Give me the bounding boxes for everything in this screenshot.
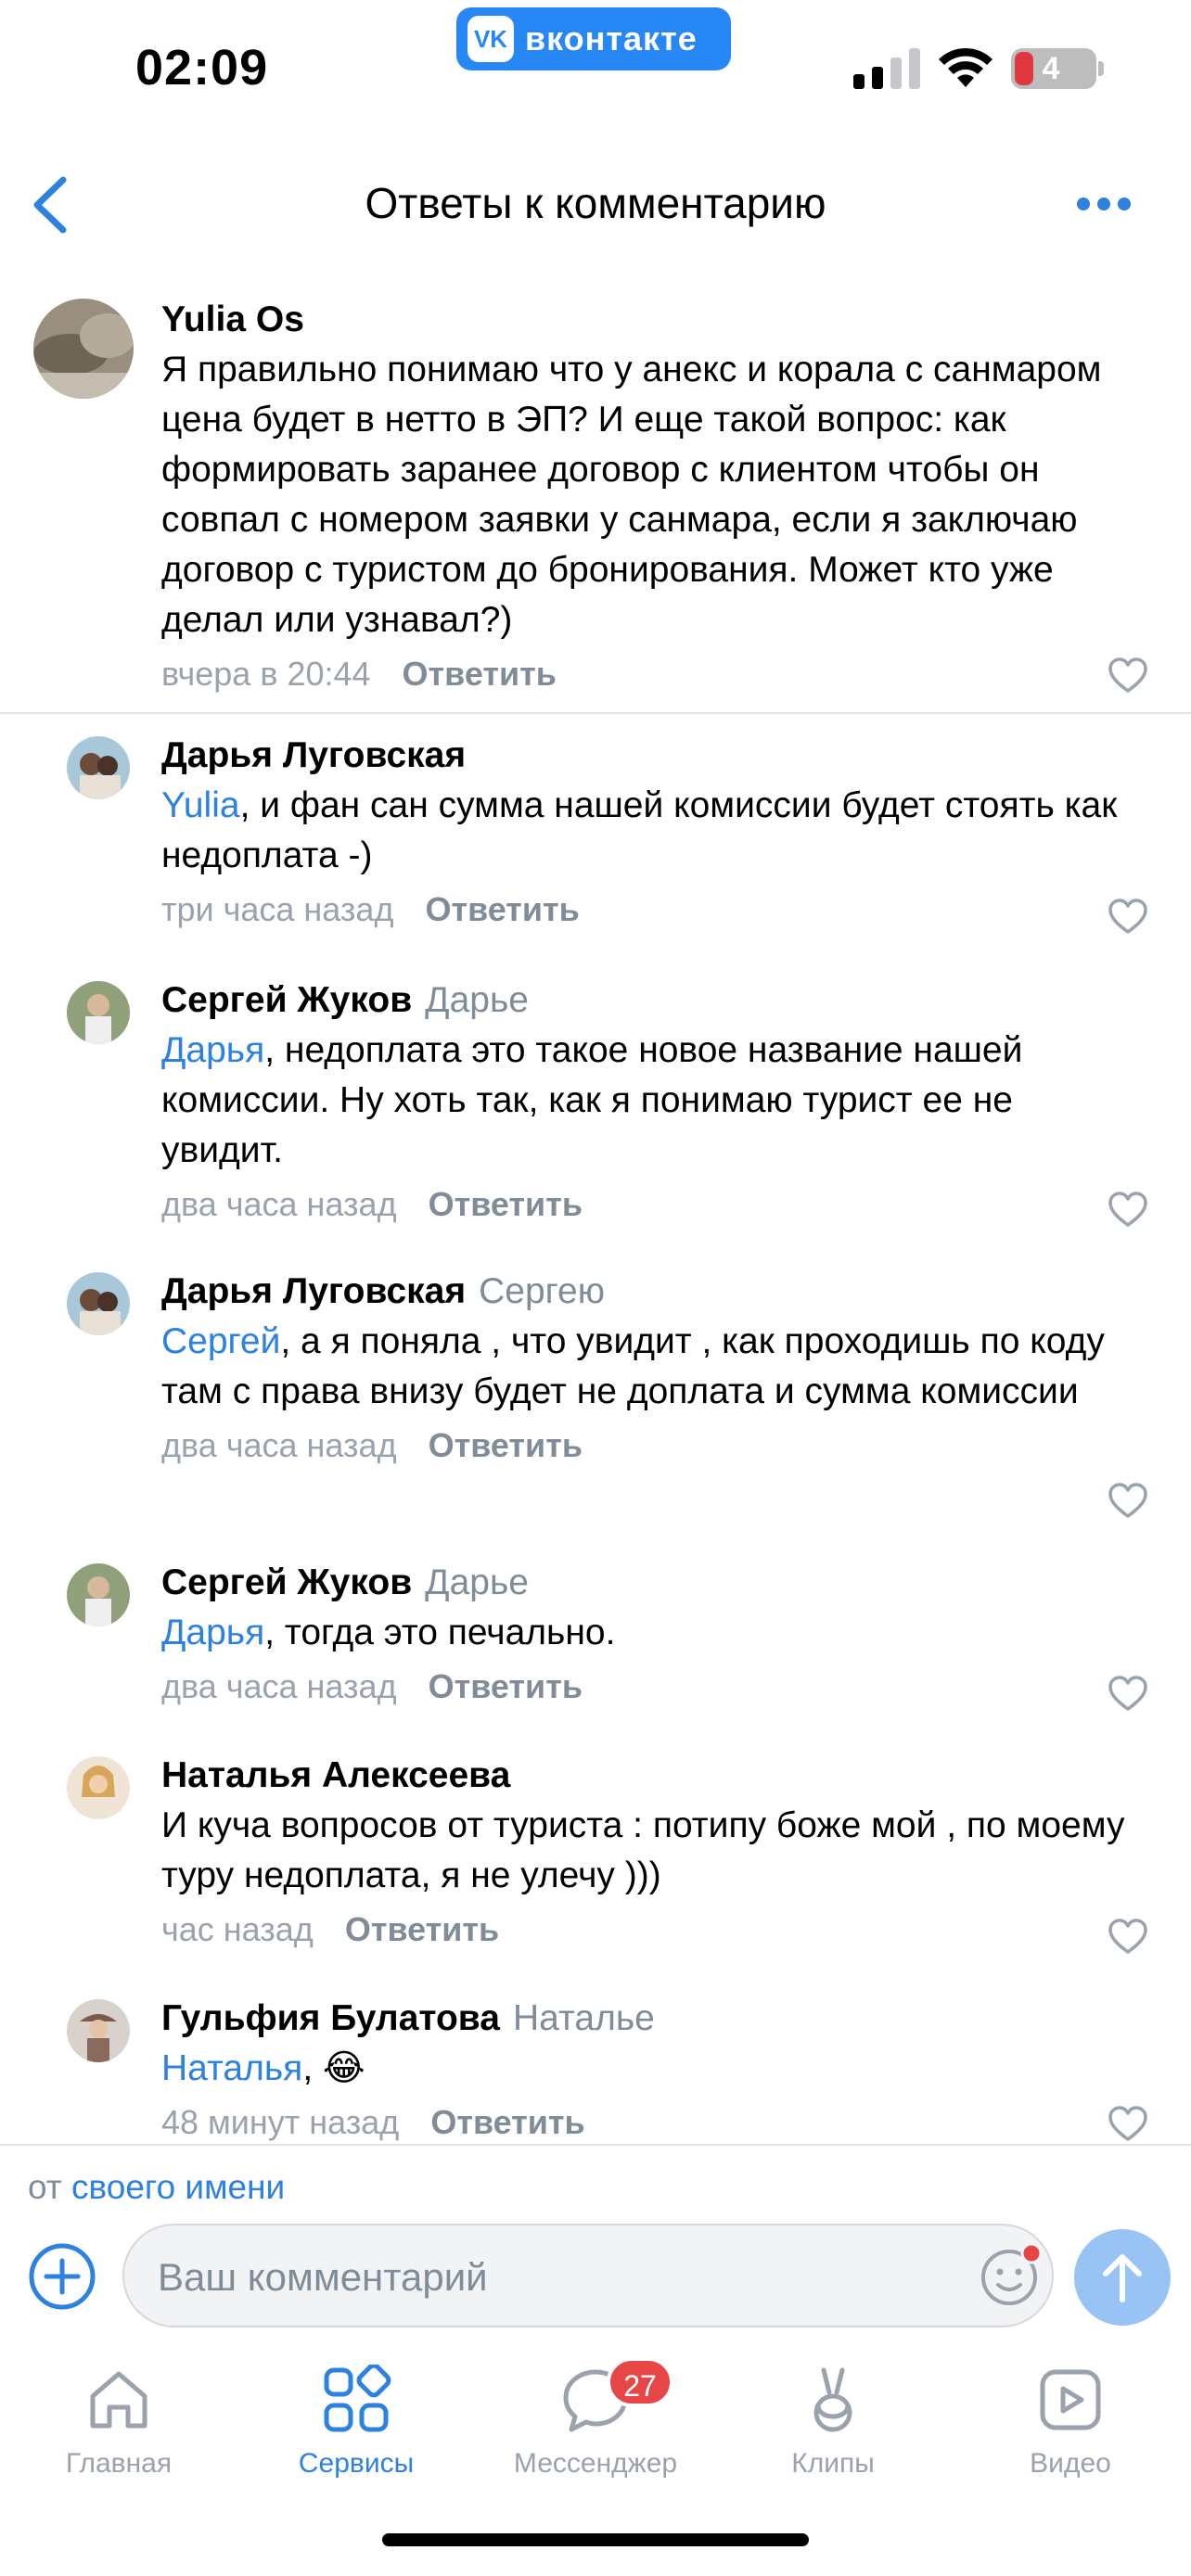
tab-label: Сервисы — [298, 2448, 415, 2479]
reply-text: И куча вопросов от туриста : потипу боже… — [161, 1801, 1135, 1901]
tab-services[interactable]: Сервисы — [263, 2365, 449, 2480]
avatar[interactable] — [67, 1756, 130, 1819]
reply-time: два часа назад — [161, 1667, 397, 1705]
reply-body: , 😂 — [302, 2048, 365, 2088]
return-to-app-pill[interactable]: VK вконтакте — [456, 7, 731, 70]
page-title: Ответы к комментарию — [365, 179, 826, 227]
tab-messenger[interactable]: 27 Мессенджер — [503, 2357, 688, 2480]
tab-video[interactable]: Видео — [978, 2365, 1163, 2480]
tab-clips[interactable]: Клипы — [740, 2365, 926, 2480]
cellular-signal-icon — [853, 48, 920, 89]
reply-button[interactable]: Ответить — [429, 1426, 583, 1464]
status-bar: 02:09 VK вконтакте 4 — [0, 0, 1191, 139]
like-heart-icon[interactable] — [1108, 657, 1148, 694]
navigation-bar: Ответы к комментарию — [0, 139, 1191, 269]
comment-meta: вчера в 20:44 Ответить — [161, 651, 1135, 697]
avatar[interactable] — [67, 1999, 130, 2062]
mention-link[interactable]: Yulia — [161, 785, 240, 825]
comment-text: Я правильно понимаю что у анекс и корала… — [161, 350, 1102, 640]
services-grid-icon — [324, 2365, 391, 2432]
divider — [0, 712, 1191, 714]
reply-time: час назад — [161, 1910, 314, 1948]
battery-level: 4 — [1042, 51, 1060, 86]
like-heart-icon[interactable] — [1108, 1918, 1148, 1955]
reply-button[interactable]: Ответить — [345, 1910, 499, 1948]
clips-icon — [813, 2367, 852, 2432]
avatar[interactable] — [67, 736, 130, 799]
like-heart-icon[interactable] — [1108, 1675, 1148, 1712]
post-as-link[interactable]: своего имени — [71, 2168, 285, 2206]
reply-author[interactable]: Наталья Алексеева — [161, 1755, 510, 1795]
emoji-smile-icon[interactable] — [978, 2242, 1044, 2309]
reply-author[interactable]: Гульфия Булатова — [161, 1998, 500, 2038]
like-heart-icon[interactable] — [1108, 1482, 1148, 1519]
reply-time: три часа назад — [161, 890, 394, 928]
arrow-up-icon — [1103, 2254, 1142, 2302]
reply-text: Сергей, а я поняла , что увидит , как пр… — [161, 1317, 1135, 1417]
post-as-selector[interactable]: от своего имени — [28, 2168, 285, 2207]
like-heart-icon[interactable] — [1108, 2105, 1148, 2142]
video-play-icon — [1040, 2369, 1101, 2430]
send-button[interactable] — [1074, 2229, 1171, 2326]
reply-to[interactable]: Наталье — [513, 1998, 655, 2038]
like-heart-icon[interactable] — [1108, 898, 1148, 935]
reply-button[interactable]: Ответить — [429, 1185, 583, 1223]
reply-text: Дарья, недоплата это такое новое названи… — [161, 1026, 1135, 1176]
reply-button[interactable]: Ответить — [403, 655, 557, 693]
reply-text: Yulia, и фан сан сумма нашей комиссии бу… — [161, 781, 1135, 881]
tab-label: Клипы — [791, 2448, 875, 2479]
tab-label: Видео — [1030, 2448, 1111, 2479]
reply-text: Наталья, 😂 — [161, 2044, 1135, 2094]
app-pill-label: вконтакте — [525, 19, 698, 57]
reply-button[interactable]: Ответить — [430, 2103, 584, 2141]
tab-home[interactable]: Главная — [26, 2365, 211, 2480]
reply-author[interactable]: Сергей Жуков — [161, 980, 412, 1020]
reply-to[interactable]: Дарье — [425, 1562, 529, 1602]
comment-author[interactable]: Yulia Os — [161, 297, 1135, 343]
unread-badge: 27 — [607, 2357, 673, 2407]
mention-link[interactable]: Наталья — [161, 2048, 302, 2088]
reply-text: Дарья, тогда это печально. — [161, 1608, 1135, 1658]
avatar[interactable] — [67, 1272, 130, 1335]
reply-time: 48 минут назад — [161, 2103, 400, 2141]
reply-body: , недоплата это такое новое название наш… — [161, 1030, 1023, 1170]
vk-logo-icon: VK — [467, 16, 514, 62]
tab-label: Главная — [65, 2448, 173, 2479]
comment-input-placeholder: Ваш комментарий — [158, 2255, 488, 2299]
avatar[interactable] — [67, 1563, 130, 1626]
comment-input[interactable]: Ваш комментарий — [122, 2224, 1054, 2327]
reply-body: И куча вопросов от туриста : потипу боже… — [161, 1805, 1125, 1895]
reply-button[interactable]: Ответить — [425, 890, 579, 928]
avatar[interactable] — [33, 299, 134, 399]
add-attachment-icon[interactable] — [28, 2242, 96, 2311]
reply-to[interactable]: Сергею — [479, 1271, 605, 1311]
composer-divider — [0, 2144, 1191, 2146]
comment-time: вчера в 20:44 — [161, 655, 371, 693]
reply-body: , а я поняла , что увидит , как проходиш… — [161, 1321, 1105, 1411]
reply-body: , тогда это печально. — [264, 1613, 616, 1652]
reply-to[interactable]: Дарье — [425, 980, 529, 1020]
reply-time: два часа назад — [161, 1185, 397, 1223]
status-time: 02:09 — [135, 40, 269, 96]
more-options-icon[interactable] — [1076, 197, 1132, 211]
reply-button[interactable]: Ответить — [429, 1667, 583, 1705]
like-heart-icon[interactable] — [1108, 1191, 1148, 1228]
reply-author[interactable]: Сергей Жуков — [161, 1562, 412, 1602]
home-indicator — [382, 2533, 809, 2546]
reply-body: , и фан сан сумма нашей комиссии будет с… — [161, 785, 1118, 875]
battery-icon: 4 — [1011, 48, 1096, 89]
mention-link[interactable]: Дарья — [161, 1613, 264, 1652]
reply-time: два часа назад — [161, 1426, 397, 1464]
wifi-icon — [939, 47, 992, 87]
home-icon — [90, 2371, 147, 2429]
mention-link[interactable]: Сергей — [161, 1321, 280, 1361]
tab-label: Мессенджер — [513, 2448, 678, 2479]
battery-cap — [1098, 61, 1104, 76]
post-as-prefix: от — [28, 2168, 62, 2206]
avatar[interactable] — [67, 981, 130, 1044]
reply-author[interactable]: Дарья Луговская — [161, 1271, 466, 1311]
reply-author[interactable]: Дарья Луговская — [161, 735, 466, 775]
mention-link[interactable]: Дарья — [161, 1030, 264, 1070]
